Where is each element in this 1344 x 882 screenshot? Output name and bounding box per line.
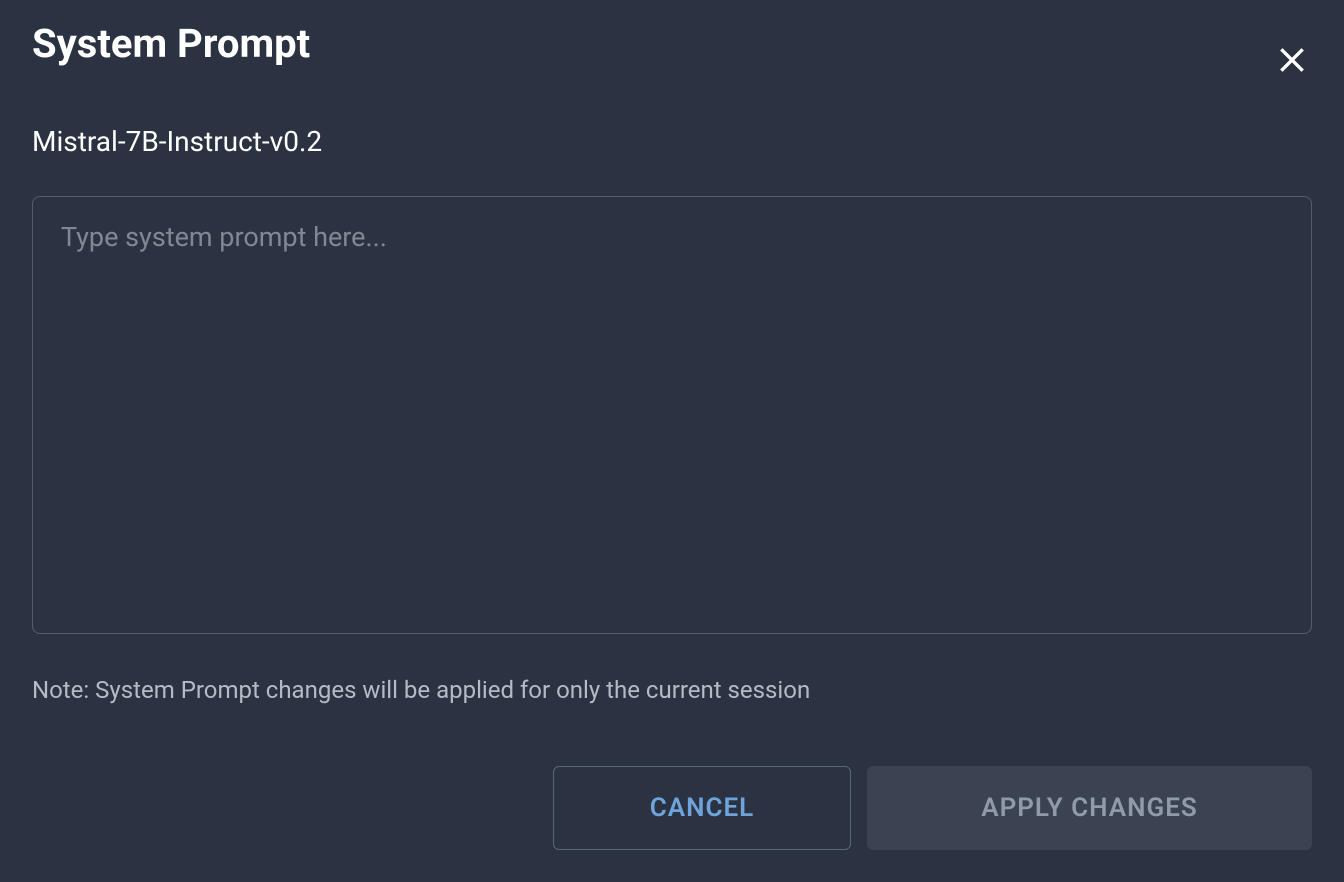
modal-header: System Prompt bbox=[32, 20, 1312, 87]
close-button[interactable] bbox=[1268, 36, 1316, 87]
cancel-button[interactable]: CANCEL bbox=[553, 766, 851, 850]
session-note: Note: System Prompt changes will be appl… bbox=[32, 676, 1312, 704]
system-prompt-input[interactable] bbox=[32, 196, 1312, 634]
model-name-label: Mistral-7B-Instruct-v0.2 bbox=[32, 125, 1312, 158]
close-icon bbox=[1276, 44, 1308, 76]
apply-changes-button[interactable]: APPLY CHANGES bbox=[867, 766, 1312, 850]
button-row: CANCEL APPLY CHANGES bbox=[32, 766, 1312, 850]
modal-title: System Prompt bbox=[32, 20, 310, 68]
